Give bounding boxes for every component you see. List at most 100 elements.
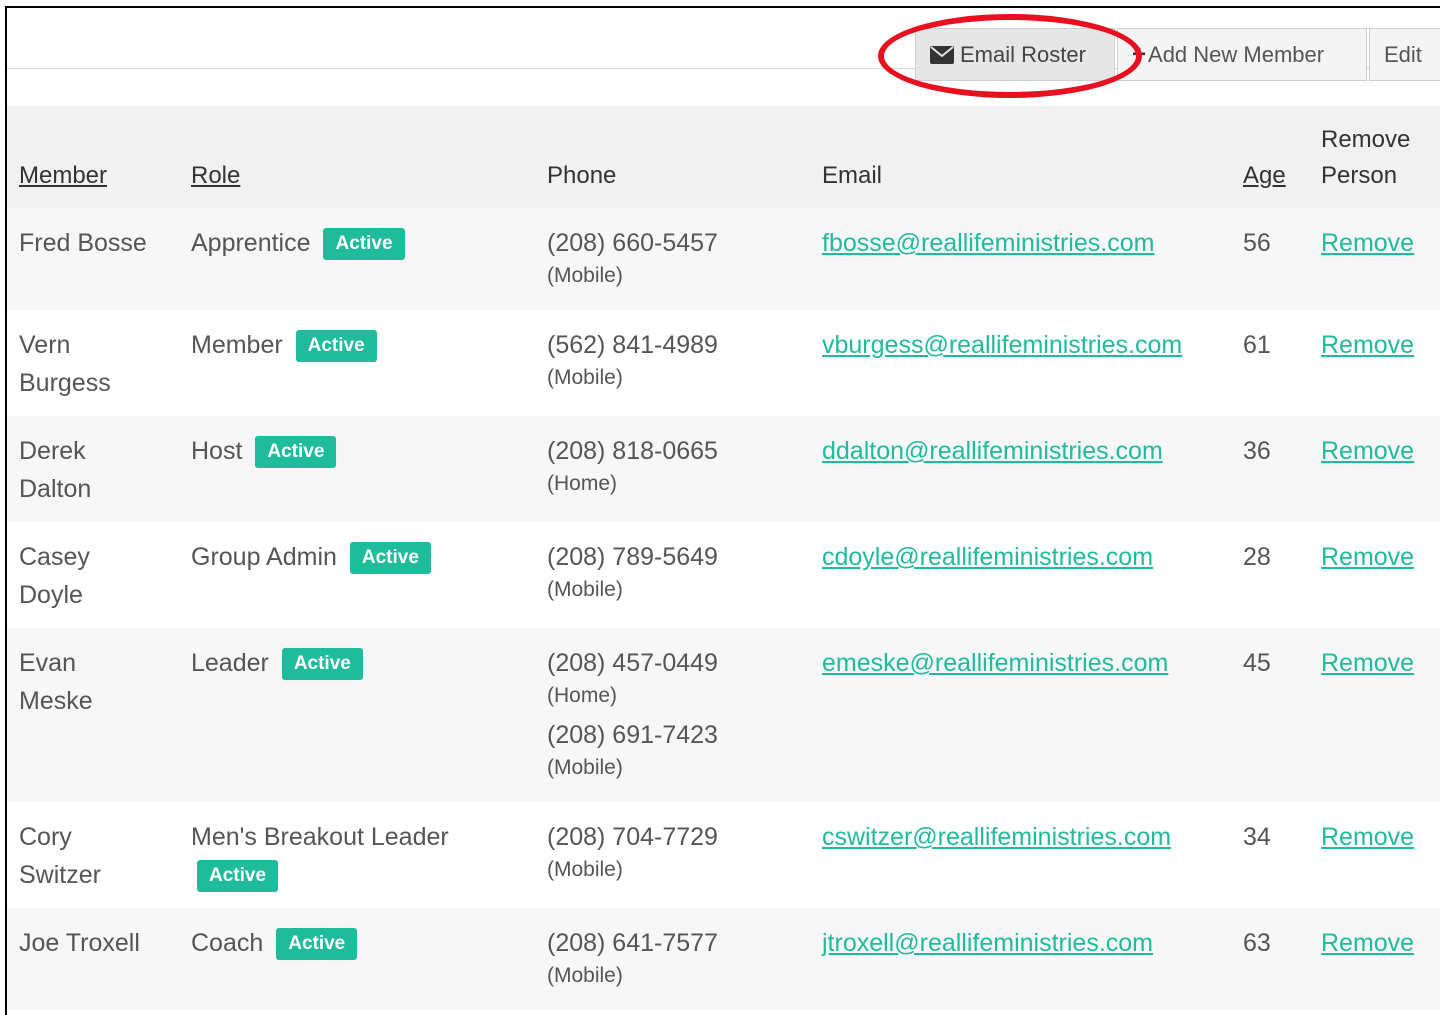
table-row: Fred Bosse Apprentice Active (208) 660-545… (7, 208, 1440, 310)
email-link[interactable]: cswitzer@reallifeministries.com (822, 823, 1171, 851)
role-cell: Member Active (179, 310, 535, 416)
member-last-name: Doyle (19, 581, 83, 609)
remove-link[interactable]: Remove (1321, 331, 1414, 359)
age-cell: 28 (1231, 522, 1309, 628)
member-name-cell: Casey Doyle (7, 522, 179, 628)
phone-cell: (208) 704-7729 (Mobile) (535, 802, 810, 908)
member-name-cell: Fred Bosse (7, 208, 179, 310)
remove-cell: Remove (1309, 522, 1440, 628)
remove-link[interactable]: Remove (1321, 929, 1414, 957)
column-header-remove-person: Remove Person (1309, 106, 1440, 208)
phone-number: (208) 789-5649 (547, 543, 718, 571)
table-row: Derek Dalton Host Active (208) 818-0665 (Hom… (7, 416, 1440, 522)
column-header-role[interactable]: Role (179, 106, 535, 208)
role-cell: Group Admin Active (179, 522, 535, 628)
phone-number: (562) 841-4989 (547, 331, 718, 359)
status-badge: Active (323, 228, 405, 260)
phone-cell: (208) 818-0665 (Home) (535, 416, 810, 522)
phone-type: (Mobile) (547, 264, 623, 287)
status-badge: Active (281, 648, 363, 680)
edit-button[interactable]: Edit (1369, 28, 1440, 81)
phone-cell: (208) 641-7577 (Mobile) (535, 908, 810, 1010)
phone-number: (208) 704-7729 (547, 823, 718, 851)
add-new-member-label: Add New Member (1148, 41, 1325, 67)
remove-cell: Remove (1309, 208, 1440, 310)
age-cell: 56 (1231, 208, 1309, 310)
role-text: Host (191, 437, 243, 465)
role-text: Apprentice (191, 229, 311, 257)
remove-link[interactable]: Remove (1321, 543, 1414, 571)
email-cell: cdoyle@reallifeministries.com (810, 522, 1231, 628)
phone-type: (Mobile) (547, 858, 623, 881)
member-name-cell: Joe Troxell (7, 908, 179, 1010)
column-header-member[interactable]: Member (7, 106, 179, 208)
toolbar: Email Roster + Add New Member Edit (7, 8, 1440, 81)
phone-cell: (208) 660-5457 (Mobile) (535, 208, 810, 310)
email-link[interactable]: jtroxell@reallifeministries.com (822, 929, 1153, 957)
member-last-name: Burgess (19, 369, 111, 397)
remove-cell: Remove (1309, 416, 1440, 522)
table-row: Cory Switzer Men's Breakout Leader Active(… (7, 802, 1440, 908)
phone-cell: (208) 789-5649 (Mobile) (535, 522, 810, 628)
remove-cell: Remove (1309, 908, 1440, 1010)
member-last-name: Switzer (19, 861, 101, 889)
role-text: Group Admin (191, 543, 337, 571)
role-cell: Coach Active (179, 908, 535, 1010)
role-text: Leader (191, 649, 269, 677)
role-cell: Apprentice Active (179, 208, 535, 310)
member-name: Evan (19, 649, 76, 677)
remove-link[interactable]: Remove (1321, 437, 1414, 465)
roster-panel: Email Roster + Add New Member Edit Membe… (5, 6, 1440, 1015)
email-link[interactable]: emeske@reallifeministries.com (822, 649, 1168, 677)
column-header-phone: Phone (535, 106, 810, 208)
column-header-age[interactable]: Age (1231, 106, 1309, 208)
email-cell: emeske@reallifeministries.com (810, 628, 1231, 802)
status-badge: Active (276, 928, 358, 960)
member-name-cell: Cory Switzer (7, 802, 179, 908)
status-badge: Active (349, 542, 431, 574)
member-name: Joe Troxell (19, 929, 140, 957)
member-name-cell: Vern Burgess (7, 310, 179, 416)
age-cell: 36 (1231, 416, 1309, 522)
remove-link[interactable]: Remove (1321, 823, 1414, 851)
envelope-icon (930, 45, 954, 64)
phone-number: (208) 457-0449 (547, 649, 718, 677)
email-link[interactable]: cdoyle@reallifeministries.com (822, 543, 1153, 571)
table-row: Evan Meske Leader Active (208) 457-0449 (Hom… (7, 628, 1440, 802)
email-cell: fbosse@reallifeministries.com (810, 208, 1231, 310)
edit-label: Edit (1384, 41, 1422, 67)
remove-cell: Remove (1309, 310, 1440, 416)
email-link[interactable]: ddalton@reallifeministries.com (822, 437, 1163, 465)
add-new-member-button[interactable]: + Add New Member (1117, 28, 1367, 81)
remove-cell: Remove (1309, 628, 1440, 802)
status-badge: Active (197, 860, 279, 892)
phone-number: (208) 691-7423 (547, 721, 718, 749)
email-cell: jtroxell@reallifeministries.com (810, 908, 1231, 1010)
table-header-row: Member Role Phone Email Age Remove Person (7, 106, 1440, 208)
email-link[interactable]: fbosse@reallifeministries.com (822, 229, 1154, 257)
email-roster-label: Email Roster (960, 41, 1086, 67)
remove-link[interactable]: Remove (1321, 649, 1414, 677)
member-name: Vern (19, 331, 71, 359)
age-cell: 45 (1231, 628, 1309, 802)
member-name: Cory (19, 823, 72, 851)
email-link[interactable]: vburgess@reallifeministries.com (822, 331, 1182, 359)
member-last-name: Dalton (19, 475, 92, 503)
member-name: Fred Bosse (19, 229, 147, 257)
role-cell: Men's Breakout Leader Active (179, 802, 535, 908)
role-cell: Host Active (179, 416, 535, 522)
phone-type: (Mobile) (547, 366, 623, 389)
status-badge: Active (255, 436, 337, 468)
age-cell: 61 (1231, 310, 1309, 416)
remove-link[interactable]: Remove (1321, 229, 1414, 257)
role-cell: Leader Active (179, 628, 535, 802)
status-badge: Active (295, 330, 377, 362)
email-roster-button[interactable]: Email Roster (915, 28, 1115, 81)
member-name: Casey (19, 543, 90, 571)
remove-cell: Remove (1309, 802, 1440, 908)
role-text: Men's Breakout Leader (191, 823, 449, 851)
email-cell: ddalton@reallifeministries.com (810, 416, 1231, 522)
email-cell: vburgess@reallifeministries.com (810, 310, 1231, 416)
phone-type: (Home) (547, 472, 618, 495)
member-name-cell: Derek Dalton (7, 416, 179, 522)
